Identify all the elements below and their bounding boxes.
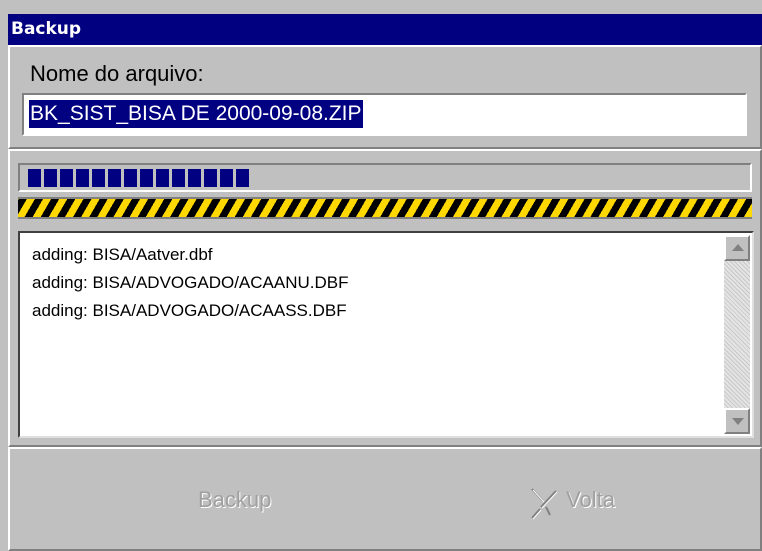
volta-button[interactable]: Volta (382, 449, 760, 549)
progress-block (28, 169, 41, 187)
exit-icon (531, 488, 558, 520)
progress-block (108, 169, 121, 187)
scroll-up-button[interactable] (724, 235, 750, 261)
log-line: adding: BISA/ADVOGADO/ACAASS.DBF (32, 301, 347, 320)
filename-label: Nome do arquivo: (30, 61, 204, 86)
scroll-down-button[interactable] (724, 408, 750, 434)
progress-block (124, 169, 137, 187)
hazard-stripe (18, 197, 752, 219)
progress-block (140, 169, 153, 187)
filename-input[interactable]: BK_SIST_BISA DE 2000-09-08.ZIP (22, 93, 747, 136)
progress-block (220, 169, 233, 187)
progress-block (44, 169, 57, 187)
arrow-up-icon (732, 244, 744, 251)
log-box[interactable]: adding: BISA/Aatver.dbf adding: BISA/ADV… (18, 231, 754, 438)
vertical-scrollbar[interactable] (724, 235, 750, 434)
progress-block (156, 169, 169, 187)
progress-block (204, 169, 217, 187)
arrow-down-icon (732, 418, 744, 425)
progress-bar (18, 163, 752, 192)
progress-block (188, 169, 201, 187)
volta-button-label: Volta (566, 487, 615, 512)
log-line: adding: BISA/Aatver.dbf (32, 245, 213, 264)
backup-button[interactable]: Backup (10, 449, 382, 549)
window-title: Backup (11, 19, 82, 39)
progress-block (236, 169, 249, 187)
filename-value[interactable]: BK_SIST_BISA DE 2000-09-08.ZIP (29, 100, 363, 128)
progress-block (60, 169, 73, 187)
log-list: adding: BISA/Aatver.dbf adding: BISA/ADV… (32, 241, 349, 325)
progress-block (172, 169, 185, 187)
backup-button-label: Backup (198, 487, 272, 512)
progress-block (76, 169, 89, 187)
progress-block (92, 169, 105, 187)
log-line: adding: BISA/ADVOGADO/ACAANU.DBF (32, 273, 349, 292)
title-bar: Backup (8, 14, 762, 45)
button-bar: Backup Volta (8, 447, 762, 551)
